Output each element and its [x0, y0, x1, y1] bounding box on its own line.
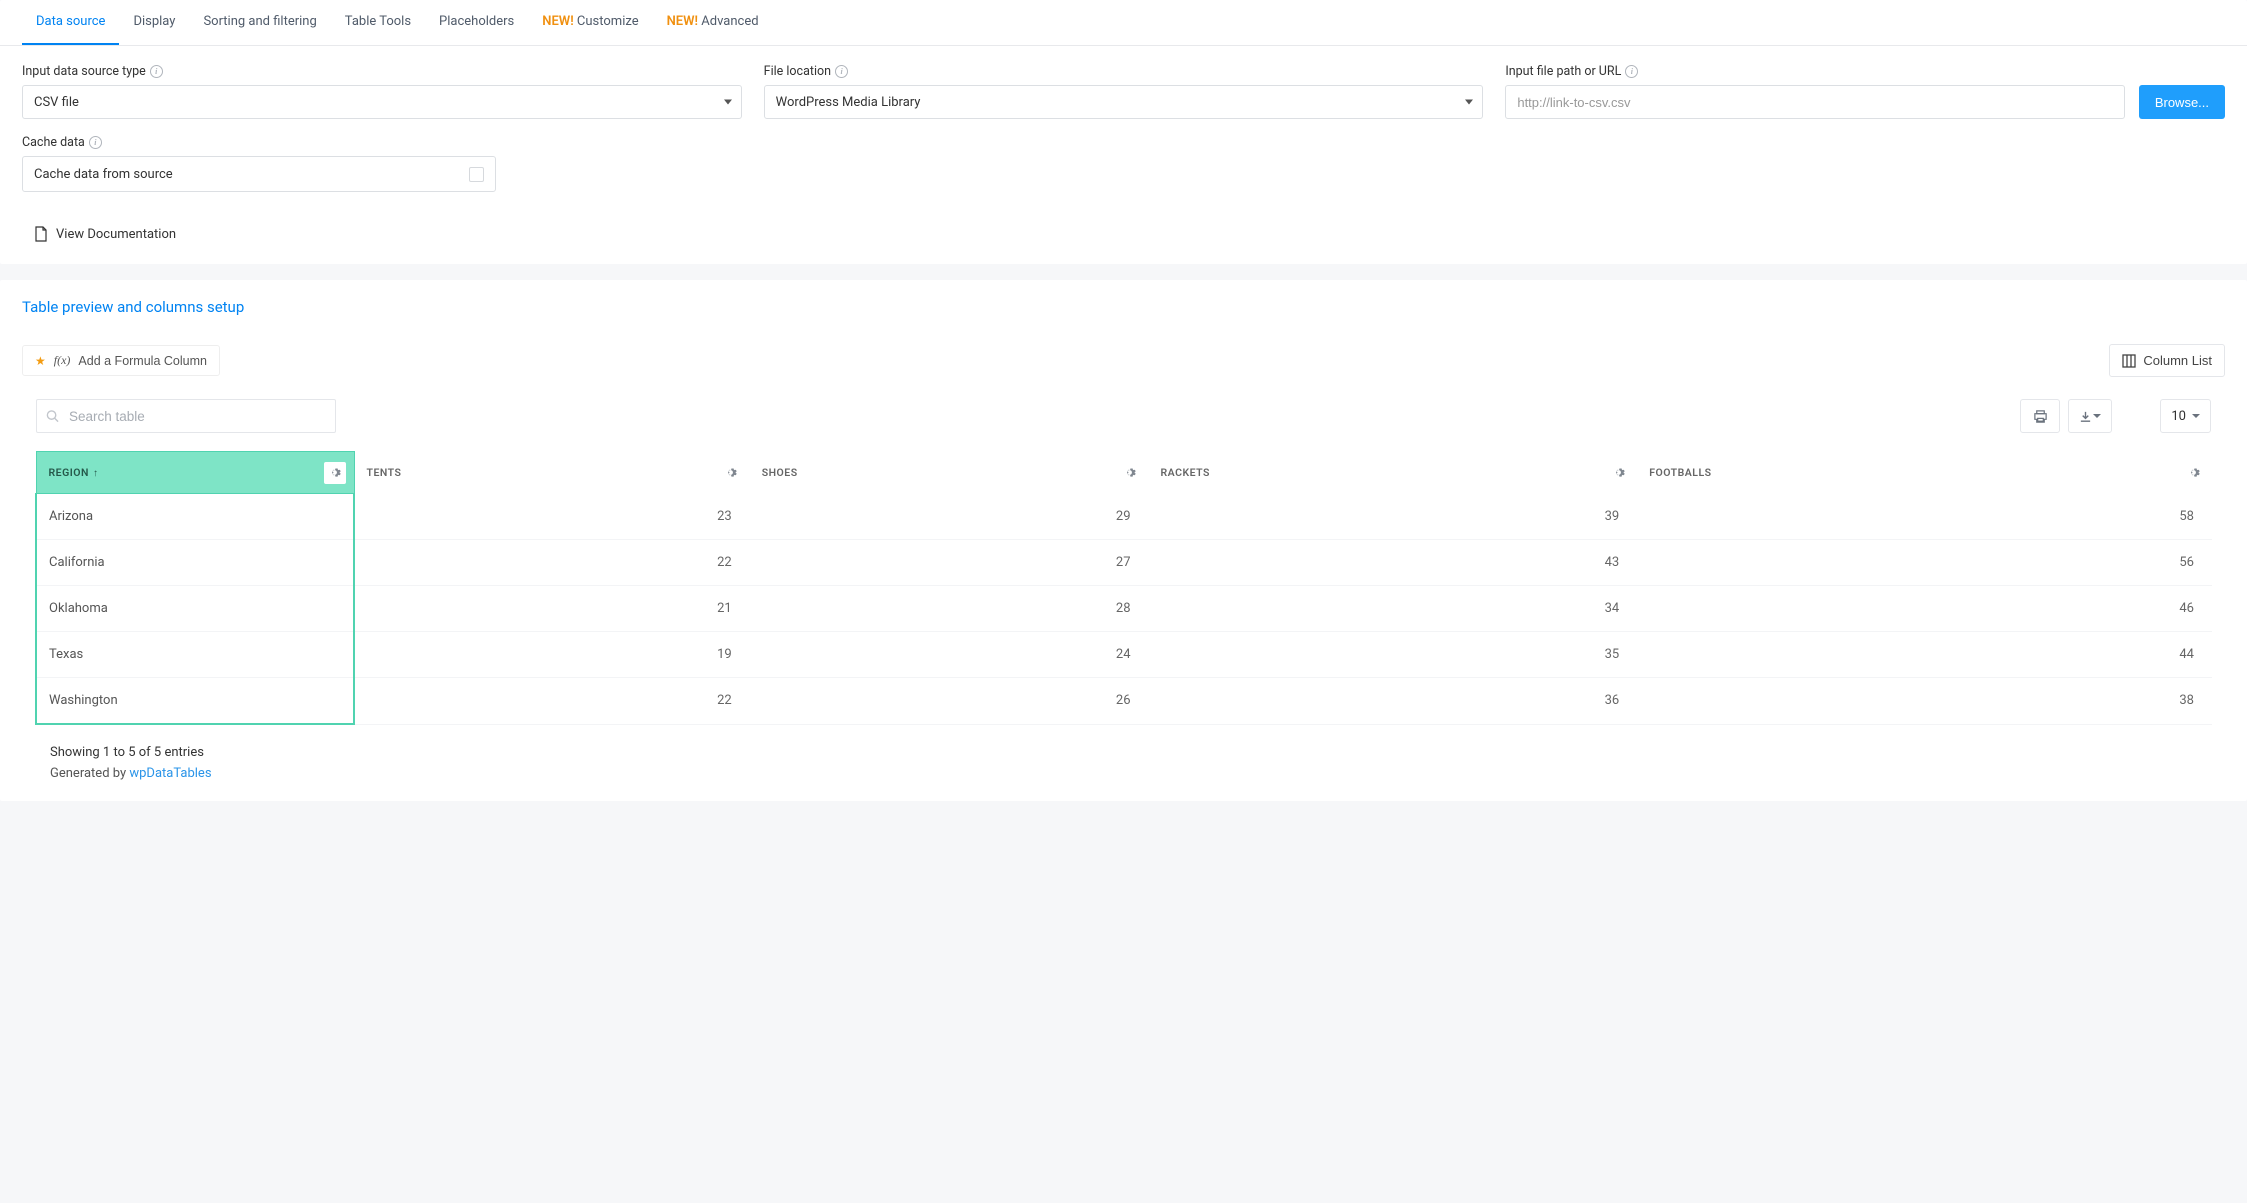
cell-footballs: 38 — [1637, 678, 2212, 725]
gear-icon[interactable] — [1607, 462, 1629, 484]
search-icon — [46, 410, 59, 423]
cell-shoes: 28 — [750, 586, 1149, 632]
wpdatatables-link[interactable]: wpDataTables — [129, 766, 211, 781]
column-header-footballs[interactable]: FOOTBALLS — [1637, 452, 2212, 494]
cache-label: Cache data — [22, 135, 85, 150]
add-formula-button[interactable]: ★ f(x) Add a Formula Column — [22, 345, 220, 376]
cache-checkbox-row[interactable]: Cache data from source — [22, 156, 496, 192]
preview-title: Table preview and columns setup — [0, 280, 2247, 344]
cell-region: Arizona — [36, 494, 354, 540]
info-icon[interactable]: i — [1625, 65, 1638, 78]
search-input[interactable] — [36, 399, 336, 433]
page-size-select[interactable]: 10 — [2160, 399, 2211, 433]
cell-rackets: 34 — [1149, 586, 1638, 632]
cell-region: Washington — [36, 678, 354, 725]
chevron-down-icon — [1465, 100, 1473, 105]
tab-customize[interactable]: NEW! Customize — [528, 0, 652, 45]
file-location-label: File location — [764, 64, 831, 79]
cell-footballs: 44 — [1637, 632, 2212, 678]
tab-placeholders[interactable]: Placeholders — [425, 0, 528, 45]
cell-rackets: 43 — [1149, 540, 1638, 586]
source-type-label: Input data source type — [22, 64, 146, 79]
tab-table-tools[interactable]: Table Tools — [331, 0, 425, 45]
table-row[interactable]: Washington22263638 — [36, 678, 2212, 725]
columns-icon — [2122, 354, 2136, 368]
info-icon[interactable]: i — [835, 65, 848, 78]
source-type-select[interactable]: CSV file — [22, 85, 742, 119]
column-list-button[interactable]: Column List — [2109, 344, 2225, 377]
download-icon — [2079, 410, 2092, 423]
cell-region: California — [36, 540, 354, 586]
cell-footballs: 46 — [1637, 586, 2212, 632]
column-header-shoes[interactable]: SHOES — [750, 452, 1149, 494]
file-path-input[interactable] — [1505, 85, 2124, 119]
document-icon — [34, 226, 48, 242]
star-icon: ★ — [35, 354, 46, 368]
tabs: Data sourceDisplaySorting and filteringT… — [0, 0, 2247, 46]
table-body: Arizona23293958California22274356Oklahom… — [36, 494, 2212, 725]
cell-shoes: 27 — [750, 540, 1149, 586]
cell-tents: 22 — [354, 678, 750, 725]
print-icon — [2033, 409, 2048, 424]
cell-shoes: 29 — [750, 494, 1149, 540]
table-row[interactable]: California22274356 — [36, 540, 2212, 586]
column-header-tents[interactable]: TENTS — [354, 452, 750, 494]
gear-icon[interactable] — [2182, 462, 2204, 484]
form-area: Input data source type i CSV file File l… — [0, 46, 2247, 264]
cell-rackets: 39 — [1149, 494, 1638, 540]
cell-region: Oklahoma — [36, 586, 354, 632]
fx-icon: f(x) — [54, 353, 71, 368]
preview-panel: Table preview and columns setup ★ f(x) A… — [0, 280, 2247, 801]
data-table: REGION↑TENTSSHOESRACKETSFOOTBALLS Arizon… — [35, 451, 2212, 725]
cell-region: Texas — [36, 632, 354, 678]
settings-panel: Data sourceDisplaySorting and filteringT… — [0, 0, 2247, 264]
export-button[interactable] — [2068, 399, 2112, 433]
cell-tents: 19 — [354, 632, 750, 678]
info-icon[interactable]: i — [150, 65, 163, 78]
gear-icon[interactable] — [1119, 462, 1141, 484]
table-row[interactable]: Oklahoma21283446 — [36, 586, 2212, 632]
sort-asc-icon: ↑ — [93, 468, 99, 479]
cell-footballs: 56 — [1637, 540, 2212, 586]
cell-shoes: 24 — [750, 632, 1149, 678]
entries-info: Showing 1 to 5 of 5 entries — [50, 745, 2197, 760]
browse-button[interactable]: Browse... — [2139, 85, 2225, 119]
gear-icon[interactable] — [324, 462, 346, 484]
file-location-select[interactable]: WordPress Media Library — [764, 85, 1484, 119]
cell-tents: 23 — [354, 494, 750, 540]
gear-icon[interactable] — [720, 462, 742, 484]
cell-tents: 22 — [354, 540, 750, 586]
print-button[interactable] — [2020, 399, 2060, 433]
table-row[interactable]: Texas19243544 — [36, 632, 2212, 678]
column-header-rackets[interactable]: RACKETS — [1149, 452, 1638, 494]
cache-checkbox[interactable] — [469, 167, 484, 182]
file-path-label: Input file path or URL — [1505, 64, 1621, 79]
tab-data-source[interactable]: Data source — [22, 0, 119, 45]
chevron-down-icon — [724, 100, 732, 105]
column-header-region[interactable]: REGION↑ — [36, 452, 354, 494]
cell-rackets: 35 — [1149, 632, 1638, 678]
generated-by: Generated by wpDataTables — [50, 766, 2197, 781]
new-badge: NEW! — [542, 14, 577, 29]
table-header-row: REGION↑TENTSSHOESRACKETSFOOTBALLS — [36, 452, 2212, 494]
cell-tents: 21 — [354, 586, 750, 632]
tab-display[interactable]: Display — [119, 0, 189, 45]
tab-sorting-and-filtering[interactable]: Sorting and filtering — [189, 0, 330, 45]
cell-rackets: 36 — [1149, 678, 1638, 725]
table-row[interactable]: Arizona23293958 — [36, 494, 2212, 540]
chevron-down-icon — [2192, 414, 2200, 418]
cell-footballs: 58 — [1637, 494, 2212, 540]
chevron-down-icon — [2093, 414, 2101, 418]
cell-shoes: 26 — [750, 678, 1149, 725]
view-documentation-link[interactable]: View Documentation — [22, 208, 2225, 264]
tab-advanced[interactable]: NEW! Advanced — [653, 0, 773, 45]
info-icon[interactable]: i — [89, 136, 102, 149]
new-badge: NEW! — [667, 14, 702, 29]
